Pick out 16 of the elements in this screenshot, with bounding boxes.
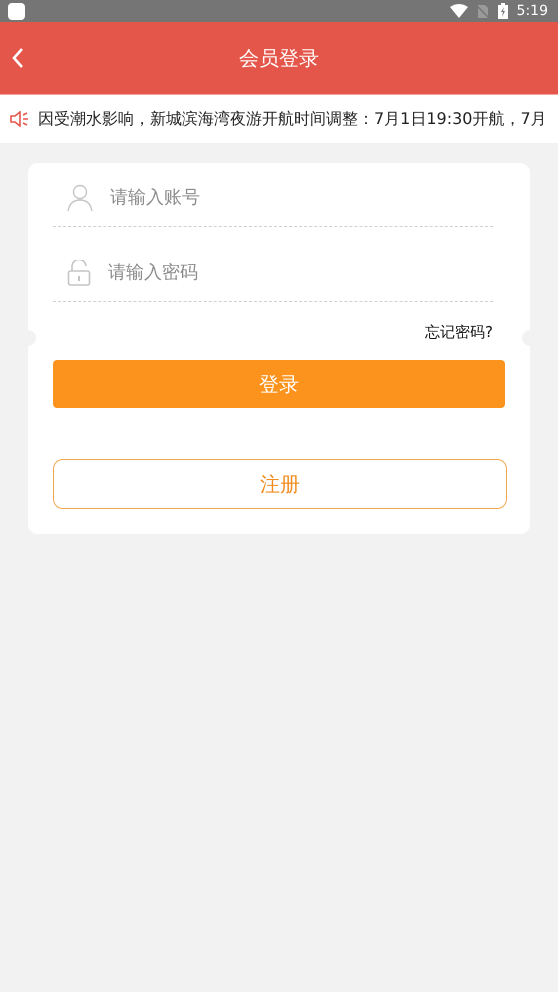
- page-title: 会员登录: [239, 44, 319, 72]
- battery-charging-icon: [498, 3, 508, 19]
- wifi-icon: [450, 4, 468, 18]
- register-button[interactable]: 注册: [53, 459, 507, 509]
- forgot-password-link[interactable]: 忘记密码?: [425, 323, 493, 342]
- speaker-icon: [10, 111, 30, 127]
- notice-text: 因受潮水影响，新城滨海湾夜游开航时间调整：7月1日19:30开航，7月: [38, 108, 547, 130]
- login-button[interactable]: 登录: [53, 360, 505, 408]
- app-notification-icon: [8, 2, 25, 20]
- no-sim-icon: [476, 4, 489, 18]
- status-time: 5:19: [516, 3, 548, 19]
- input-field[interactable]: 请输入密码: [108, 262, 493, 283]
- back-icon[interactable]: [11, 47, 25, 69]
- lock-icon: [67, 260, 91, 286]
- user-icon: [67, 184, 93, 212]
- input-field[interactable]: 请输入账号: [110, 187, 493, 208]
